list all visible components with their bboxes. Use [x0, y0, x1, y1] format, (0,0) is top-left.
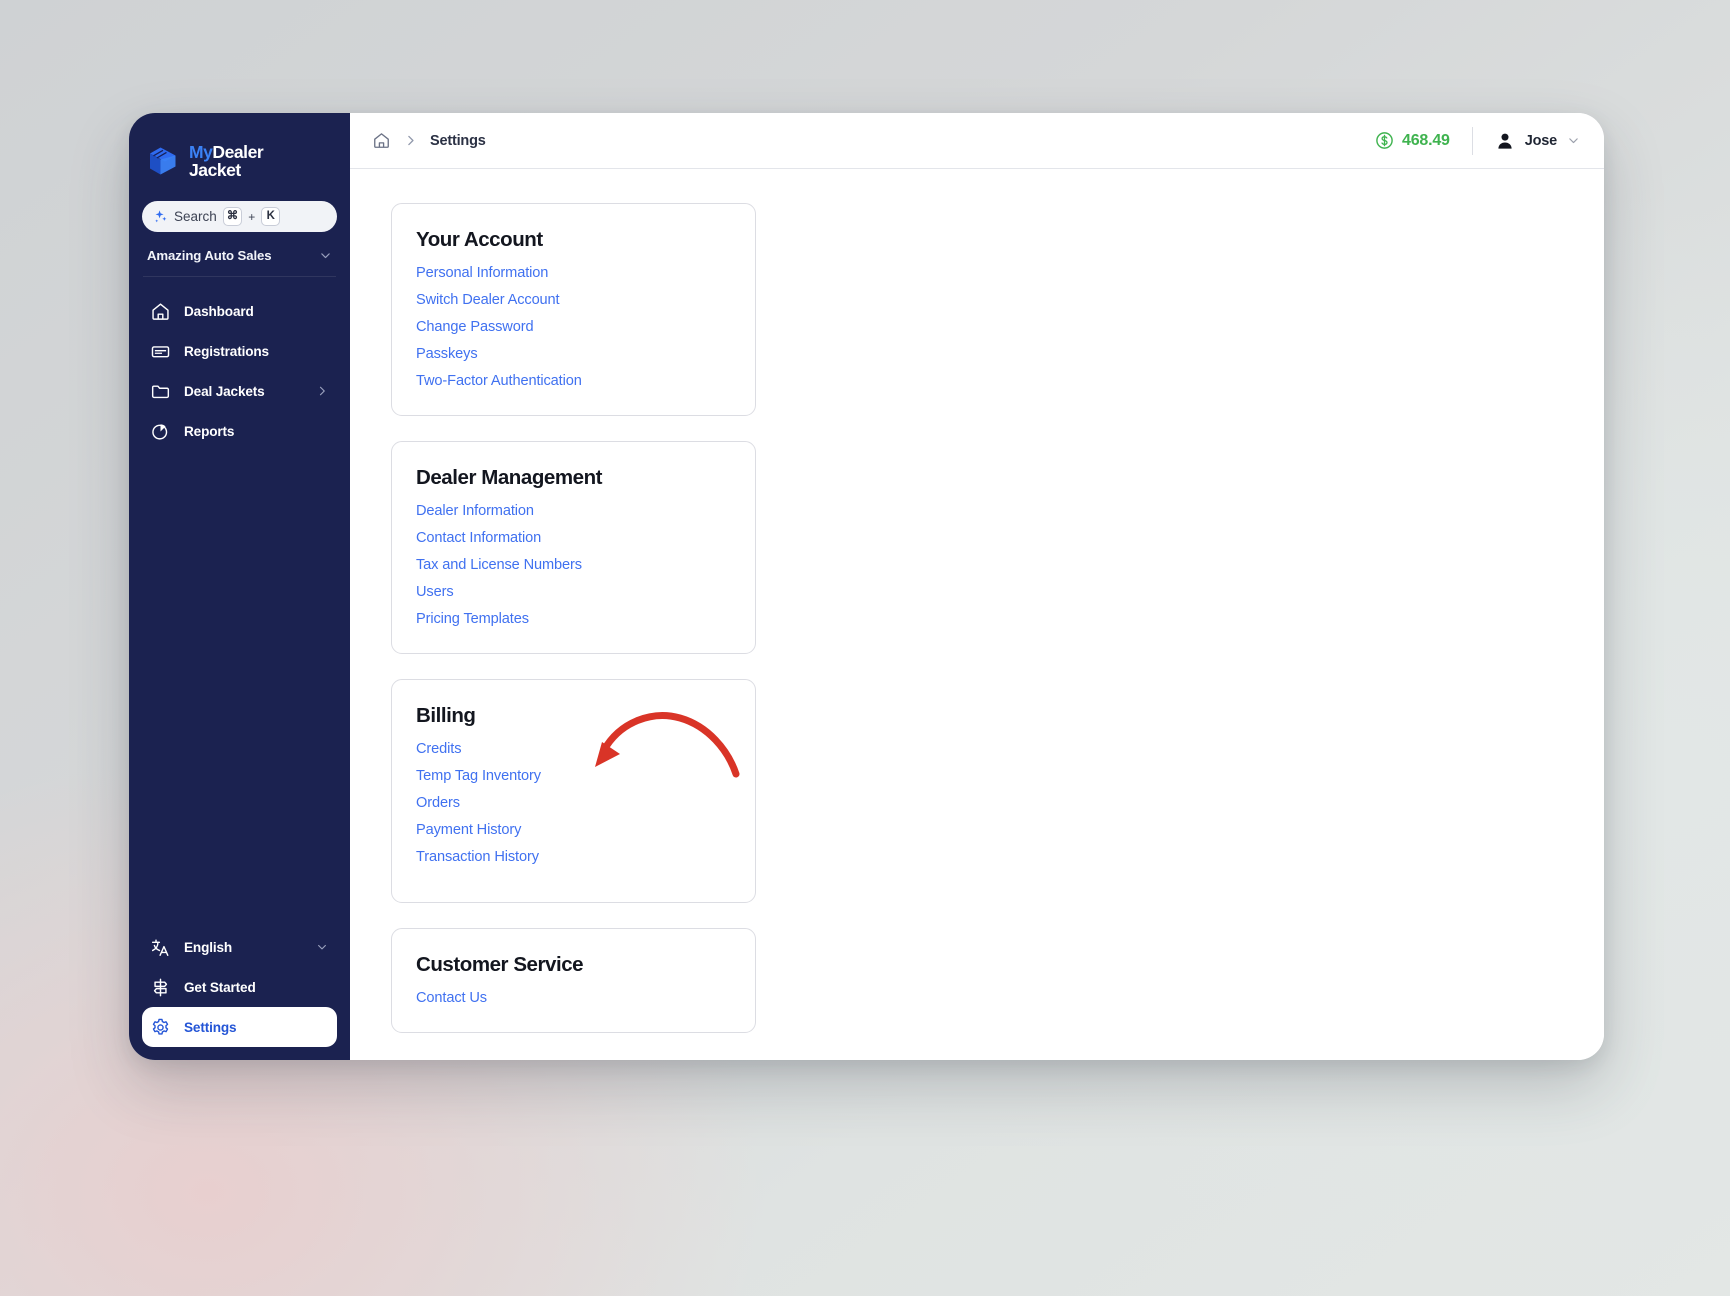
search-input[interactable]: Search ⌘ + K [142, 201, 337, 232]
card-your-account: Your Account Personal Information Switch… [391, 203, 756, 416]
link-contact-information[interactable]: Contact Information [416, 530, 541, 546]
sidebar-item-label: Reports [184, 423, 235, 439]
home-icon[interactable] [372, 131, 391, 150]
card-title: Customer Service [416, 953, 584, 976]
card-title: Billing [416, 704, 476, 727]
app-window: MyDealer Jacket Search ⌘ + K Amazing Aut… [129, 113, 1604, 1060]
primary-navigation: Dashboard Registrations Deal Jackets Rep… [129, 291, 350, 451]
link-change-password[interactable]: Change Password [416, 319, 534, 335]
credits-balance[interactable]: 468.49 [1375, 131, 1472, 150]
layers-logo-icon [150, 147, 176, 175]
main-area: Settings 468.49 Jose Your Account Person… [350, 113, 1604, 1060]
link-dealer-information[interactable]: Dealer Information [416, 503, 534, 519]
sidebar-item-deal-jackets[interactable]: Deal Jackets [142, 371, 337, 411]
sidebar-item-label: Dashboard [184, 303, 254, 319]
card-billing: Billing Credits Temp Tag Inventory Order… [391, 679, 756, 903]
logo-jacket: Jacket [189, 160, 241, 180]
link-transaction-history[interactable]: Transaction History [416, 849, 539, 865]
dealer-account-selector[interactable]: Amazing Auto Sales [143, 248, 336, 277]
chevron-down-icon [318, 944, 326, 950]
user-menu[interactable]: Jose [1473, 131, 1580, 151]
link-contact-us[interactable]: Contact Us [416, 990, 487, 1006]
sidebar: MyDealer Jacket Search ⌘ + K Amazing Aut… [129, 113, 350, 1060]
logo-dealer: Dealer [212, 141, 264, 162]
link-orders[interactable]: Orders [416, 795, 460, 811]
link-switch-dealer-account[interactable]: Switch Dealer Account [416, 292, 560, 308]
logo-my: My [189, 141, 213, 162]
chevron-right-icon [319, 386, 325, 396]
card-title: Your Account [416, 228, 543, 251]
link-two-factor-authentication[interactable]: Two-Factor Authentication [416, 373, 582, 389]
sidebar-item-label: Settings [184, 1019, 237, 1035]
chevron-down-icon [1569, 138, 1578, 144]
card-customer-service: Customer Service Contact Us [391, 928, 756, 1033]
card-title: Dealer Management [416, 466, 603, 489]
breadcrumb: Settings [372, 131, 486, 150]
search-shortcut-letter: K [261, 207, 281, 226]
home-icon [152, 302, 169, 320]
sidebar-item-label: Get Started [184, 979, 256, 995]
link-passkeys[interactable]: Passkeys [416, 346, 478, 362]
search-shortcut-plus: + [248, 209, 256, 224]
link-tax-and-license-numbers[interactable]: Tax and License Numbers [416, 557, 582, 573]
sparkle-icon [155, 210, 167, 223]
link-personal-information[interactable]: Personal Information [416, 265, 548, 281]
signpost-icon [153, 978, 168, 996]
translate-icon [151, 939, 169, 956]
link-credits[interactable]: Credits [416, 741, 462, 757]
link-pricing-templates[interactable]: Pricing Templates [416, 611, 529, 627]
sidebar-item-label: Deal Jackets [184, 383, 265, 399]
breadcrumb-current: Settings [430, 132, 486, 149]
sidebar-item-get-started[interactable]: Get Started [142, 967, 337, 1007]
user-name: Jose [1524, 132, 1557, 149]
dealer-account-name: Amazing Auto Sales [147, 248, 272, 263]
topbar-right: 468.49 Jose [1375, 126, 1580, 155]
pie-chart-icon [152, 423, 168, 440]
logo-wordmark: MyDealer Jacket [189, 141, 264, 180]
credits-amount: 468.49 [1402, 131, 1450, 149]
chevron-down-icon [321, 253, 330, 259]
app-logo[interactable]: MyDealer Jacket [129, 113, 350, 187]
search-label: Search [174, 209, 217, 224]
sidebar-item-label: English [184, 939, 233, 955]
top-bar: Settings 468.49 Jose [350, 113, 1604, 169]
sidebar-item-reports[interactable]: Reports [142, 411, 337, 451]
folder-icon [151, 384, 170, 398]
card-dealer-management: Dealer Management Dealer Information Con… [391, 441, 756, 654]
link-payment-history[interactable]: Payment History [416, 822, 521, 838]
card-icon [151, 345, 170, 357]
link-users[interactable]: Users [416, 584, 454, 600]
sidebar-item-settings[interactable]: Settings [142, 1007, 337, 1047]
sidebar-item-registrations[interactable]: Registrations [142, 331, 337, 371]
dollar-circle-icon [1376, 132, 1393, 149]
sidebar-item-label: Registrations [184, 343, 269, 359]
settings-content: Your Account Personal Information Switch… [350, 169, 1604, 1060]
secondary-navigation: English Get Started Settings [129, 927, 350, 1060]
link-temp-tag-inventory[interactable]: Temp Tag Inventory [416, 768, 541, 784]
chevron-right-icon [408, 135, 414, 146]
sidebar-item-language[interactable]: English [142, 927, 337, 967]
gear-icon [152, 1018, 169, 1035]
avatar-icon [1498, 133, 1512, 149]
search-shortcut-modifier: ⌘ [222, 207, 243, 226]
sidebar-item-dashboard[interactable]: Dashboard [142, 291, 337, 331]
